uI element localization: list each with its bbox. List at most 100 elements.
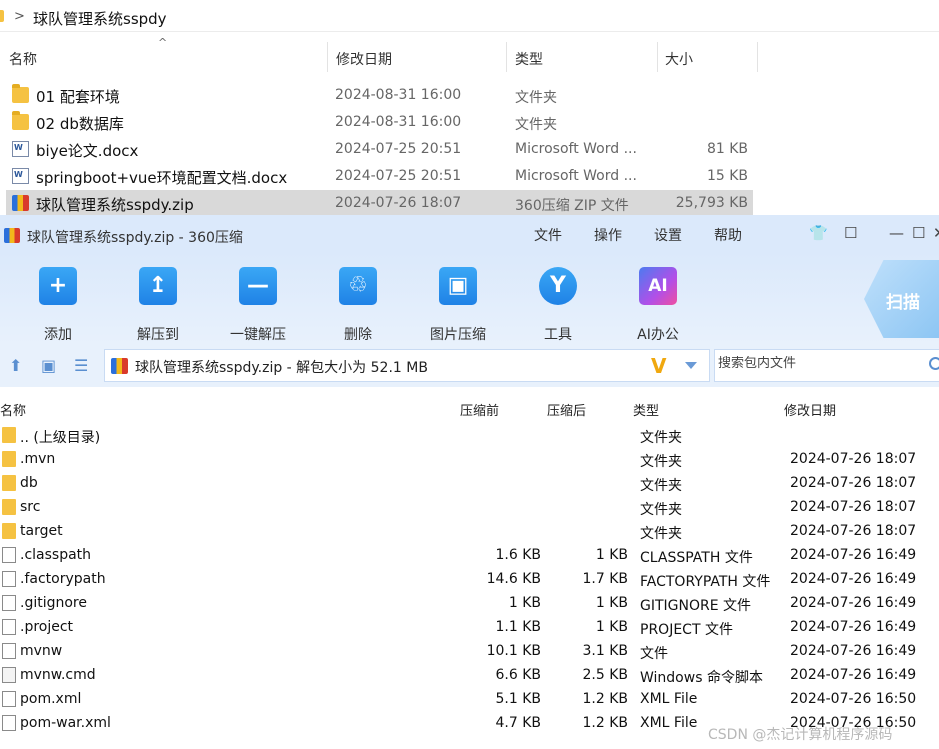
entry-type: GITIGNORE 文件 bbox=[640, 598, 752, 614]
file-name: 01 配套环境 bbox=[36, 88, 120, 106]
ai-office-label: AI办公 bbox=[637, 327, 679, 343]
address-bar[interactable]: > 球队管理系统sspdy bbox=[0, 4, 939, 32]
column-header-name[interactable]: 名称 bbox=[9, 49, 37, 69]
file-row-selected[interactable]: 球队管理系统sspdy.zip 2024-07-26 18:07 360压缩 Z… bbox=[6, 190, 753, 217]
menu-help[interactable]: 帮助 bbox=[714, 225, 742, 245]
file-type: Microsoft Word ... bbox=[515, 168, 637, 184]
one-click-extract-button[interactable]: — 一键解压 bbox=[218, 263, 298, 343]
archive-search-input[interactable] bbox=[718, 356, 918, 371]
file-date: 2024-08-31 16:00 bbox=[335, 87, 462, 103]
ai-office-icon: AI bbox=[639, 267, 677, 305]
chevron-down-icon[interactable] bbox=[685, 362, 697, 369]
archive-row[interactable]: .factorypath 14.6 KB 1.7 KB FACTORYPATH 文件 2… bbox=[0, 567, 939, 591]
search-icon[interactable] bbox=[929, 357, 939, 370]
entry-date: 2024-07-26 18:07 bbox=[790, 475, 917, 491]
archive-list-header: 名称 压缩前 压缩后 类型 修改日期 bbox=[0, 395, 939, 419]
column-header-date[interactable]: 修改日期 bbox=[336, 49, 392, 69]
file-type: 360压缩 ZIP 文件 bbox=[515, 198, 629, 214]
file-row[interactable]: 01 配套环境 2024-08-31 16:00 文件夹 bbox=[6, 82, 753, 109]
menu-operation[interactable]: 操作 bbox=[594, 225, 622, 245]
column-divider[interactable] bbox=[327, 42, 328, 72]
extract-to-button[interactable]: ↥ 解压到 bbox=[118, 263, 198, 343]
script-file-icon bbox=[2, 667, 16, 683]
entry-name: target bbox=[20, 523, 63, 539]
feedback-icon[interactable]: ☐ bbox=[844, 224, 857, 242]
up-arrow-icon[interactable]: ⬆ bbox=[9, 358, 27, 374]
archive-row[interactable]: mvnw.cmd 6.6 KB 2.5 KB Windows 命令脚本 2024-07-… bbox=[0, 663, 939, 687]
archive-row[interactable]: .project 1.1 KB 1 KB PROJECT 文件 2024-07-26 1… bbox=[0, 615, 939, 639]
menu-file[interactable]: 文件 bbox=[534, 225, 562, 245]
list-view-icon[interactable]: ☰ bbox=[74, 358, 92, 374]
entry-name: mvnw.cmd bbox=[20, 667, 96, 683]
entry-name: .. (上级目录) bbox=[20, 430, 101, 446]
file-size: 15 KB bbox=[706, 168, 748, 184]
file-row[interactable]: biye论文.docx 2024-07-25 20:51 Microsoft W… bbox=[6, 136, 753, 163]
file-row[interactable]: springboot+vue环境配置文档.docx 2024-07-25 20:… bbox=[6, 163, 753, 190]
vip-icon[interactable]: V bbox=[651, 354, 666, 378]
size-before: 5.1 KB bbox=[495, 691, 542, 707]
archive-row[interactable]: src 文件夹 2024-07-26 18:07 bbox=[0, 495, 939, 519]
tools-label: 工具 bbox=[544, 327, 572, 343]
entry-name: .project bbox=[20, 619, 74, 635]
column-header-size[interactable]: 大小 bbox=[665, 49, 693, 69]
file-name: springboot+vue环境配置文档.docx bbox=[36, 169, 288, 187]
chevron-right-icon[interactable]: > bbox=[14, 9, 25, 24]
extract-to-icon: ↥ bbox=[139, 267, 177, 305]
size-before: 10.1 KB bbox=[486, 643, 541, 659]
column-divider[interactable] bbox=[757, 42, 758, 72]
column-divider[interactable] bbox=[657, 42, 658, 72]
sort-ascending-icon: ^ bbox=[158, 36, 168, 49]
minimize-button[interactable]: — bbox=[889, 224, 904, 242]
column-header-after[interactable]: 压缩后 bbox=[547, 400, 586, 419]
archive-row[interactable]: pom.xml 5.1 KB 1.2 KB XML File 2024-07-26 16… bbox=[0, 687, 939, 711]
archive-row[interactable]: mvnw 10.1 KB 3.1 KB 文件 2024-07-26 16:49 bbox=[0, 639, 939, 663]
entry-date: 2024-07-26 18:07 bbox=[790, 523, 917, 539]
entry-type: 文件夹 bbox=[640, 526, 682, 542]
add-icon: + bbox=[39, 267, 77, 305]
add-button[interactable]: + 添加 bbox=[18, 263, 98, 343]
column-header-before[interactable]: 压缩前 bbox=[460, 400, 499, 419]
entry-date: 2024-07-26 18:07 bbox=[790, 499, 917, 515]
column-header-date[interactable]: 修改日期 bbox=[784, 400, 836, 419]
delete-label: 删除 bbox=[344, 327, 372, 343]
archive-path-bar[interactable]: 球队管理系统sspdy.zip - 解包大小为 52.1 MB V bbox=[104, 349, 710, 382]
maximize-button[interactable]: ☐ bbox=[912, 224, 925, 242]
entry-name: .mvn bbox=[20, 451, 56, 467]
image-compress-button[interactable]: ▣ 图片压缩 bbox=[418, 263, 498, 343]
archive-search-box[interactable] bbox=[714, 349, 939, 382]
file-type: 文件夹 bbox=[515, 90, 557, 106]
menu-settings[interactable]: 设置 bbox=[654, 225, 682, 245]
title-bar[interactable]: 球队管理系统sspdy.zip - 360压缩 文件 操作 设置 帮助 👕 ☐ … bbox=[0, 215, 939, 253]
tools-button[interactable]: Y 工具 bbox=[518, 263, 598, 343]
folder-icon bbox=[2, 451, 16, 467]
archive-row[interactable]: .. (上级目录) 文件夹 bbox=[0, 423, 939, 447]
size-after: 1.7 KB bbox=[582, 571, 629, 587]
column-header-name[interactable]: 名称 bbox=[0, 400, 26, 419]
file-row[interactable]: 02 db数据库 2024-08-31 16:00 文件夹 bbox=[6, 109, 753, 136]
folder-icon bbox=[12, 84, 29, 103]
toolbar: + 添加 ↥ 解压到 — 一键解压 ♲ 删除 ▣ 图片压缩 Y 工具 AI AI… bbox=[0, 253, 939, 345]
size-after: 1.2 KB bbox=[582, 691, 629, 707]
address-path[interactable]: 球队管理系统sspdy bbox=[33, 8, 167, 29]
archive-row[interactable]: db 文件夹 2024-07-26 18:07 bbox=[0, 471, 939, 495]
archive-row[interactable]: .gitignore 1 KB 1 KB GITIGNORE 文件 2024-07-26… bbox=[0, 591, 939, 615]
archive-row[interactable]: .mvn 文件夹 2024-07-26 18:07 bbox=[0, 447, 939, 471]
size-after: 1 KB bbox=[595, 595, 628, 611]
thumbnail-view-icon[interactable]: ▣ bbox=[41, 358, 59, 374]
ai-office-button[interactable]: AI AI办公 bbox=[618, 263, 698, 343]
file-icon bbox=[2, 571, 16, 587]
delete-button[interactable]: ♲ 删除 bbox=[318, 263, 398, 343]
entry-date: 2024-07-26 16:50 bbox=[790, 691, 917, 707]
close-button[interactable]: ✕ bbox=[933, 224, 939, 242]
archive-row[interactable]: target 文件夹 2024-07-26 18:07 bbox=[0, 519, 939, 543]
file-type: 文件夹 bbox=[515, 117, 557, 133]
file-date: 2024-07-25 20:51 bbox=[335, 168, 462, 184]
size-before: 4.7 KB bbox=[495, 715, 542, 731]
image-compress-icon: ▣ bbox=[439, 267, 477, 305]
column-divider[interactable] bbox=[506, 42, 507, 72]
archive-row[interactable]: .classpath 1.6 KB 1 KB CLASSPATH 文件 2024-07-… bbox=[0, 543, 939, 567]
column-header-type[interactable]: 类型 bbox=[633, 400, 659, 419]
skin-icon[interactable]: 👕 bbox=[809, 224, 828, 242]
archive-path-text: 球队管理系统sspdy.zip - 解包大小为 52.1 MB bbox=[135, 360, 428, 376]
column-header-type[interactable]: 类型 bbox=[515, 49, 543, 69]
